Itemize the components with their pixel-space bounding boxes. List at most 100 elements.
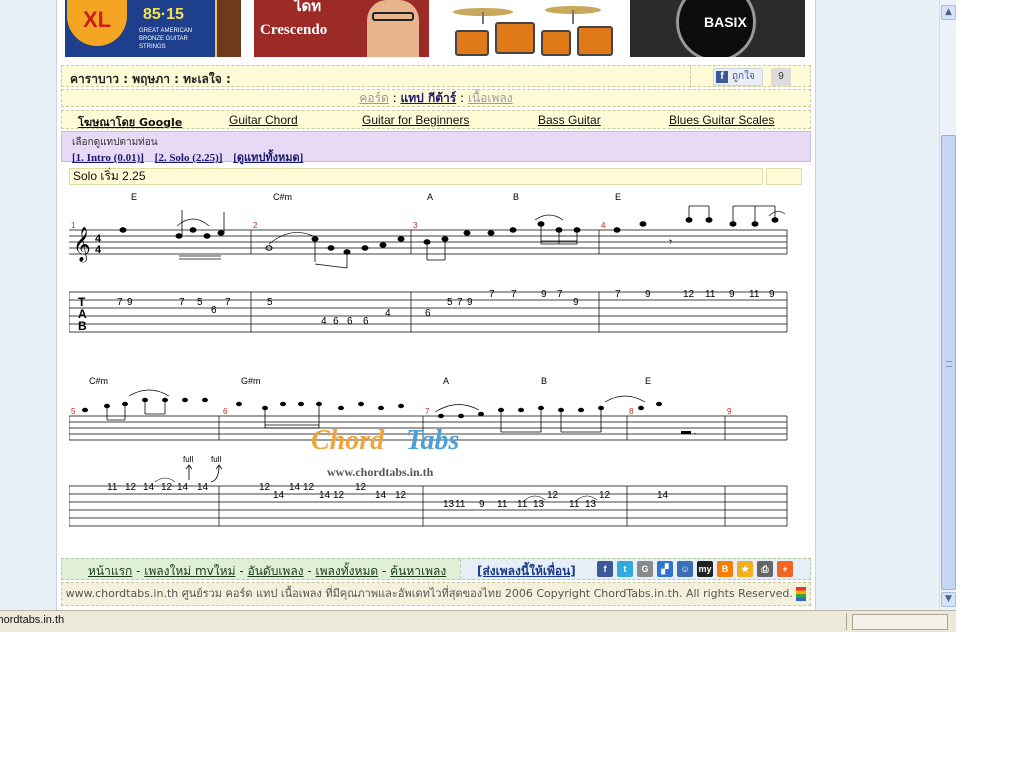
fret-number: 14: [375, 490, 387, 501]
measure-number: 9: [727, 407, 732, 416]
fret-number: 9: [729, 289, 735, 300]
bend-label: full: [183, 455, 193, 464]
myspace-icon[interactable]: my: [697, 561, 713, 577]
rest-symbol: ▬ .: [681, 426, 697, 437]
myspace-person-icon[interactable]: ☺: [677, 561, 693, 577]
fret-number: 9: [645, 289, 651, 300]
fret-number: 11: [749, 289, 760, 300]
guitar-chord-link[interactable]: Guitar Chord: [229, 113, 298, 127]
footer-separator: -: [136, 564, 141, 578]
nav-separator: :: [392, 91, 397, 105]
measure-number: 4: [601, 221, 606, 230]
measure-number: 3: [413, 221, 418, 230]
home-link[interactable]: หน้าแรก: [88, 564, 132, 578]
lyrics-link[interactable]: เนื้อเพลง: [468, 91, 513, 105]
jump-intro-link[interactable]: [1. Intro (0.01)]: [72, 152, 144, 164]
drum-image: [495, 22, 535, 54]
browser-window: XL 85·15 GREAT AMERICAN BRONZE GUITAR ST…: [0, 0, 956, 632]
fret-number: 9: [573, 297, 579, 308]
fret-number: 9: [541, 289, 547, 300]
scrollbar-thumb[interactable]: [941, 135, 956, 590]
chord-name: E: [615, 192, 621, 202]
drum-image: [577, 26, 613, 56]
fret-number: 11: [569, 499, 580, 510]
chord-name: E: [645, 376, 651, 386]
slur-arcs: [176, 211, 786, 245]
footer-left-links: หน้าแรก - เพลงใหม่ mvใหม่ - อันดับเพลง -…: [88, 562, 446, 581]
fret-number: 14: [273, 490, 285, 501]
watermark-tabs: Tabs: [406, 425, 460, 456]
fret-number: 14: [143, 482, 155, 493]
jump-links: [1. Intro (0.01)] [2. Solo (2.25)] [ดูแท…: [72, 148, 311, 166]
fret-number: 4: [321, 316, 327, 327]
blues-guitar-scales-link[interactable]: Blues Guitar Scales: [669, 113, 774, 127]
vertical-scrollbar[interactable]: ▲ ▼: [939, 0, 956, 610]
tab-notation-line-1: E C#m A B E 1 2 3 4 𝄞 4 4 𝄾 T A B 7 9 7 …: [69, 192, 788, 333]
chord-name: E: [131, 192, 137, 202]
copyright-text: www.chordtabs.in.th ศูนย์รวม คอร์ด แทป เ…: [65, 587, 793, 600]
fret-number: 14: [177, 482, 189, 493]
send-to-friend-link[interactable]: [ส่งเพลงนี้ให้เพื่อน]: [477, 562, 576, 581]
scroll-down-button[interactable]: ▼: [941, 592, 956, 607]
fret-number: 14: [197, 482, 209, 493]
xl-logo: XL: [67, 0, 127, 46]
fret-number: 12: [125, 482, 137, 493]
all-songs-link[interactable]: เพลงทั้งหมด: [316, 564, 379, 578]
print-icon[interactable]: ⎙: [757, 561, 773, 577]
fret-number: 12: [333, 490, 345, 501]
tab-link[interactable]: แทป กีต้าร์: [401, 91, 457, 105]
new-songs-link[interactable]: เพลงใหม่ mvใหม่: [144, 564, 235, 578]
facebook-share-icon[interactable]: f: [597, 561, 613, 577]
drum-kit-ad-banner[interactable]: [443, 0, 617, 57]
basix-drum-ad-banner[interactable]: BASIX: [630, 0, 805, 57]
twitter-share-icon[interactable]: t: [617, 561, 633, 577]
share-area: [ส่งเพลงนี้ให้เพื่อน] f t G ▞ ☺ my B ★ ⎙…: [460, 559, 810, 579]
fret-number: 12: [547, 490, 559, 501]
fret-number: 9: [127, 297, 133, 308]
song-ranking-link[interactable]: อันดับเพลง: [248, 564, 304, 578]
guitar-for-beginners-link[interactable]: Guitar for Beginners: [362, 113, 469, 127]
bass-guitar-link[interactable]: Bass Guitar: [538, 113, 601, 127]
fret-number: 7: [225, 297, 231, 308]
content-type-nav: คอร์ด : แทป กีต้าร์ : เนื้อเพลง: [61, 89, 811, 107]
scroll-up-button[interactable]: ▲: [941, 5, 956, 20]
section-header-side: [766, 168, 802, 185]
fret-number: 5: [197, 297, 203, 308]
google-ads-label[interactable]: โฆษณาโดย Google: [78, 113, 182, 131]
strings-pack-image: [215, 0, 241, 57]
jump-all-link[interactable]: [ดูแทปทั้งหมด]: [233, 152, 303, 164]
strings-ad-banner[interactable]: XL 85·15 GREAT AMERICAN BRONZE GUITAR ST…: [65, 0, 241, 57]
section-jump-bar: เลือกดูแทปตามท่อน [1. Intro (0.01)] [2. …: [61, 131, 811, 164]
artist-photo: [367, 0, 419, 57]
cymbal-stands: [453, 6, 601, 24]
fret-number: 6: [347, 316, 353, 327]
blogger-icon[interactable]: B: [717, 561, 733, 577]
bend-label: full: [211, 455, 221, 464]
page-viewport: XL 85·15 GREAT AMERICAN BRONZE GUITAR ST…: [0, 0, 939, 610]
note-stems: [179, 205, 776, 269]
facebook-like-button[interactable]: f ถูกใจ: [713, 68, 763, 86]
fret-number: 13: [585, 499, 597, 510]
chord-link[interactable]: คอร์ด: [359, 91, 388, 105]
status-url: chordtabs.in.th: [0, 614, 65, 626]
chord-name: B: [513, 192, 519, 202]
fret-number: 6: [425, 308, 431, 319]
favorites-star-icon[interactable]: ★: [737, 561, 753, 577]
section-header: Solo เริ่ม 2.25: [69, 168, 763, 185]
fret-number: 14: [319, 490, 331, 501]
footer-separator: -: [307, 564, 312, 578]
delicious-icon[interactable]: ▞: [657, 561, 673, 577]
google-bookmark-icon[interactable]: G: [637, 561, 653, 577]
fret-number: 12: [259, 482, 271, 493]
facebook-icon: f: [716, 71, 728, 83]
stats-bar-icon: [796, 587, 807, 601]
fret-number: 11: [705, 289, 716, 300]
ad-strings-text: 85·15: [143, 6, 184, 23]
jump-solo-link[interactable]: [2. Solo (2.25)]: [155, 152, 223, 164]
song-title: คาราบาว : พฤษภา : ทะเลใจ :: [70, 72, 231, 86]
fret-number: 9: [479, 499, 485, 510]
more-plus-icon[interactable]: +: [777, 561, 793, 577]
crescendo-ad-banner[interactable]: ไดท Crescendo: [254, 0, 429, 57]
fret-number: 9: [769, 289, 775, 300]
search-songs-link[interactable]: ค้นหาเพลง: [390, 564, 446, 578]
